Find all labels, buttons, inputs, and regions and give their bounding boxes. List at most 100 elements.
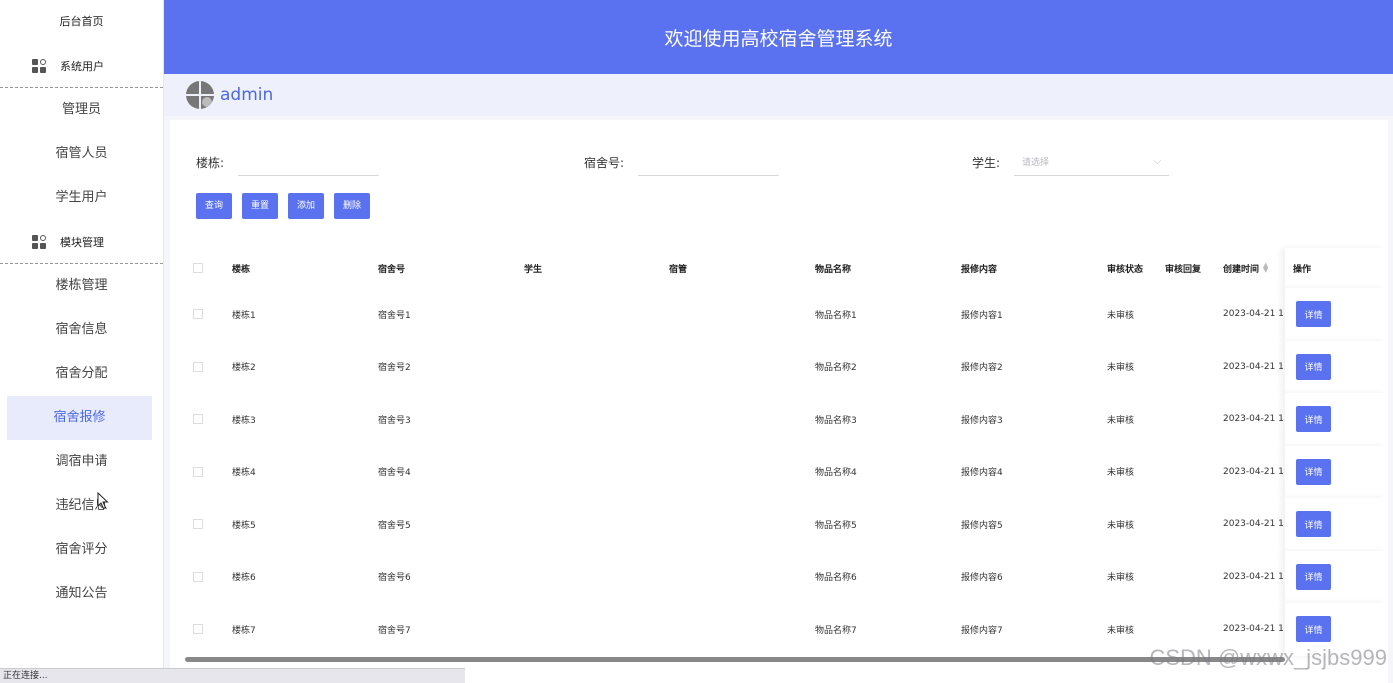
cell-room: 宿舍号6 [378,573,411,584]
col-building: 楼栋 [232,264,251,275]
table-row: 楼栋5 宿舍号5 物品名称5 报修内容5 未审核 2023-04-21 1 详情 [188,498,1388,551]
student-field: 学生: 请选择 ⌵ [972,148,1170,176]
delete-button[interactable]: 删除 [334,193,371,219]
username[interactable]: admin [220,85,273,105]
chevron-down-icon: ⌵ [1153,156,1162,167]
room-input[interactable] [638,148,780,176]
cell-building: 楼栋4 [232,468,256,479]
detail-button[interactable]: 详情 [1296,301,1331,328]
col-created[interactable]: 创建时间 ▲ ▼ [1223,248,1268,288]
cell-content: 报修内容1 [961,310,1003,321]
detail-button[interactable]: 详情 [1296,458,1331,485]
sidebar-item-violations[interactable]: 违纪信息 [0,484,163,528]
op-cell: 详情 [1285,498,1388,551]
op-cell: 详情 [1285,340,1388,393]
cell-status: 未审核 [1107,363,1135,374]
reset-button[interactable]: 重置 [242,193,279,219]
col-created-label: 创建时间 [1223,264,1260,275]
op-cell: 详情 [1285,550,1388,603]
sidebar-group-label: 模块管理 [60,235,104,249]
cell-item: 物品名称6 [815,573,857,584]
sidebar-group-modules[interactable]: 模块管理 [0,220,163,264]
sidebar-item-dorm-transfer[interactable]: 调宿申请 [0,440,163,484]
row-checkbox[interactable] [193,551,203,604]
avatar[interactable] [186,81,214,109]
student-select[interactable]: 请选择 ⌵ [1014,148,1170,176]
app-header: 欢迎使用高校宿舍管理系统 [164,0,1393,74]
detail-button[interactable]: 详情 [1296,353,1331,380]
col-reply: 审核回复 [1165,264,1202,275]
cell-item: 物品名称3 [815,415,857,426]
row-checkbox[interactable] [193,603,203,656]
user-bar: admin [164,74,1393,116]
table-row: 楼栋4 宿舍号4 物品名称4 报修内容4 未审核 2023-04-21 1 详情 [188,445,1388,499]
sidebar-item-admin[interactable]: 管理员 [0,88,163,132]
sidebar-item-dorm-info[interactable]: 宿舍信息 [0,308,163,352]
cell-created: 2023-04-21 1 [1223,466,1284,477]
cell-status: 未审核 [1107,310,1135,321]
cell-room: 宿舍号5 [378,520,411,531]
table-row: 楼栋2 宿舍号2 物品名称2 报修内容2 未审核 2023-04-21 1 详情 [188,340,1388,394]
room-label: 宿舍号: [584,155,625,170]
action-buttons: 查询 重置 添加 删除 [196,193,380,219]
cell-building: 楼栋1 [232,310,256,321]
horizontal-scrollbar[interactable] [185,657,1285,662]
table-row: 楼栋6 宿舍号6 物品名称6 报修内容6 未审核 2023-04-21 1 详情 [188,550,1388,604]
cell-status: 未审核 [1107,415,1135,426]
cell-room: 宿舍号4 [378,468,411,479]
room-field: 宿舍号: [584,148,780,176]
op-header-cell: 操作 [1285,248,1388,288]
cell-status: 未审核 [1107,520,1135,531]
sidebar-item-student-users[interactable]: 学生用户 [0,176,163,220]
page-title: 欢迎使用高校宿舍管理系统 [664,27,893,50]
table-row: 楼栋1 宿舍号1 物品名称1 报修内容1 未审核 2023-04-21 1 详情 [188,288,1388,341]
sidebar-item-dorm-staff[interactable]: 宿管人员 [0,132,163,176]
op-cell: 详情 [1285,288,1388,341]
col-actions: 操作 [1293,264,1312,275]
sidebar-item-dorm-repair[interactable]: 宿舍报修 [7,396,152,440]
detail-button[interactable]: 详情 [1296,406,1331,433]
select-all-checkbox[interactable] [193,248,203,288]
student-select-placeholder: 请选择 [1022,158,1050,168]
row-checkbox[interactable] [193,341,203,394]
cell-item: 物品名称2 [815,363,857,374]
sidebar-item-dorm-assign[interactable]: 宿舍分配 [0,352,163,396]
row-checkbox[interactable] [193,393,203,446]
cell-item: 物品名称5 [815,520,857,531]
cell-created: 2023-04-21 1 [1223,414,1284,425]
op-cell: 详情 [1285,393,1388,446]
building-field: 楼栋: [196,148,380,176]
main-panel: 楼栋: 宿舍号: 学生: 请选择 ⌵ 查询 重置 添加 删除 楼栋 宿舍号 学生… [170,120,1388,683]
building-label: 楼栋: [196,155,225,170]
col-content: 报修内容 [961,264,998,275]
cell-item: 物品名称7 [815,625,857,636]
sidebar-group-label: 系统用户 [60,59,104,73]
grid-icon [32,234,46,249]
detail-button[interactable]: 详情 [1296,616,1331,643]
row-checkbox[interactable] [193,288,203,341]
sort-icon[interactable]: ▲ ▼ [1263,262,1268,274]
cell-status: 未审核 [1107,468,1135,479]
cell-building: 楼栋7 [232,625,256,636]
add-button[interactable]: 添加 [288,193,325,219]
query-button[interactable]: 查询 [196,193,233,219]
detail-button[interactable]: 详情 [1296,511,1331,538]
row-checkbox[interactable] [193,498,203,551]
student-label: 学生: [972,155,1001,170]
sidebar-item-dorm-rating[interactable]: 宿舍评分 [0,528,163,572]
cell-content: 报修内容5 [961,520,1003,531]
sidebar-item-notices[interactable]: 通知公告 [0,572,163,616]
table-header: 楼栋 宿舍号 学生 宿管 物品名称 报修内容 审核状态 审核回复 创建时间 ▲ ▼… [188,248,1388,288]
sidebar-item-buildings[interactable]: 楼栋管理 [0,264,163,308]
col-item: 物品名称 [815,264,852,275]
watermark: CSDN @wxwx_jsjbs999 [1149,645,1387,670]
building-input[interactable] [238,148,380,176]
detail-button[interactable]: 详情 [1296,563,1331,590]
cell-content: 报修内容4 [961,468,1003,479]
cell-item: 物品名称4 [815,468,857,479]
col-manager: 宿管 [669,264,688,275]
col-status: 审核状态 [1107,264,1144,275]
sidebar-item-home[interactable]: 后台首页 [0,0,163,44]
sidebar-group-system-users[interactable]: 系统用户 [0,44,163,88]
row-checkbox[interactable] [193,446,203,499]
